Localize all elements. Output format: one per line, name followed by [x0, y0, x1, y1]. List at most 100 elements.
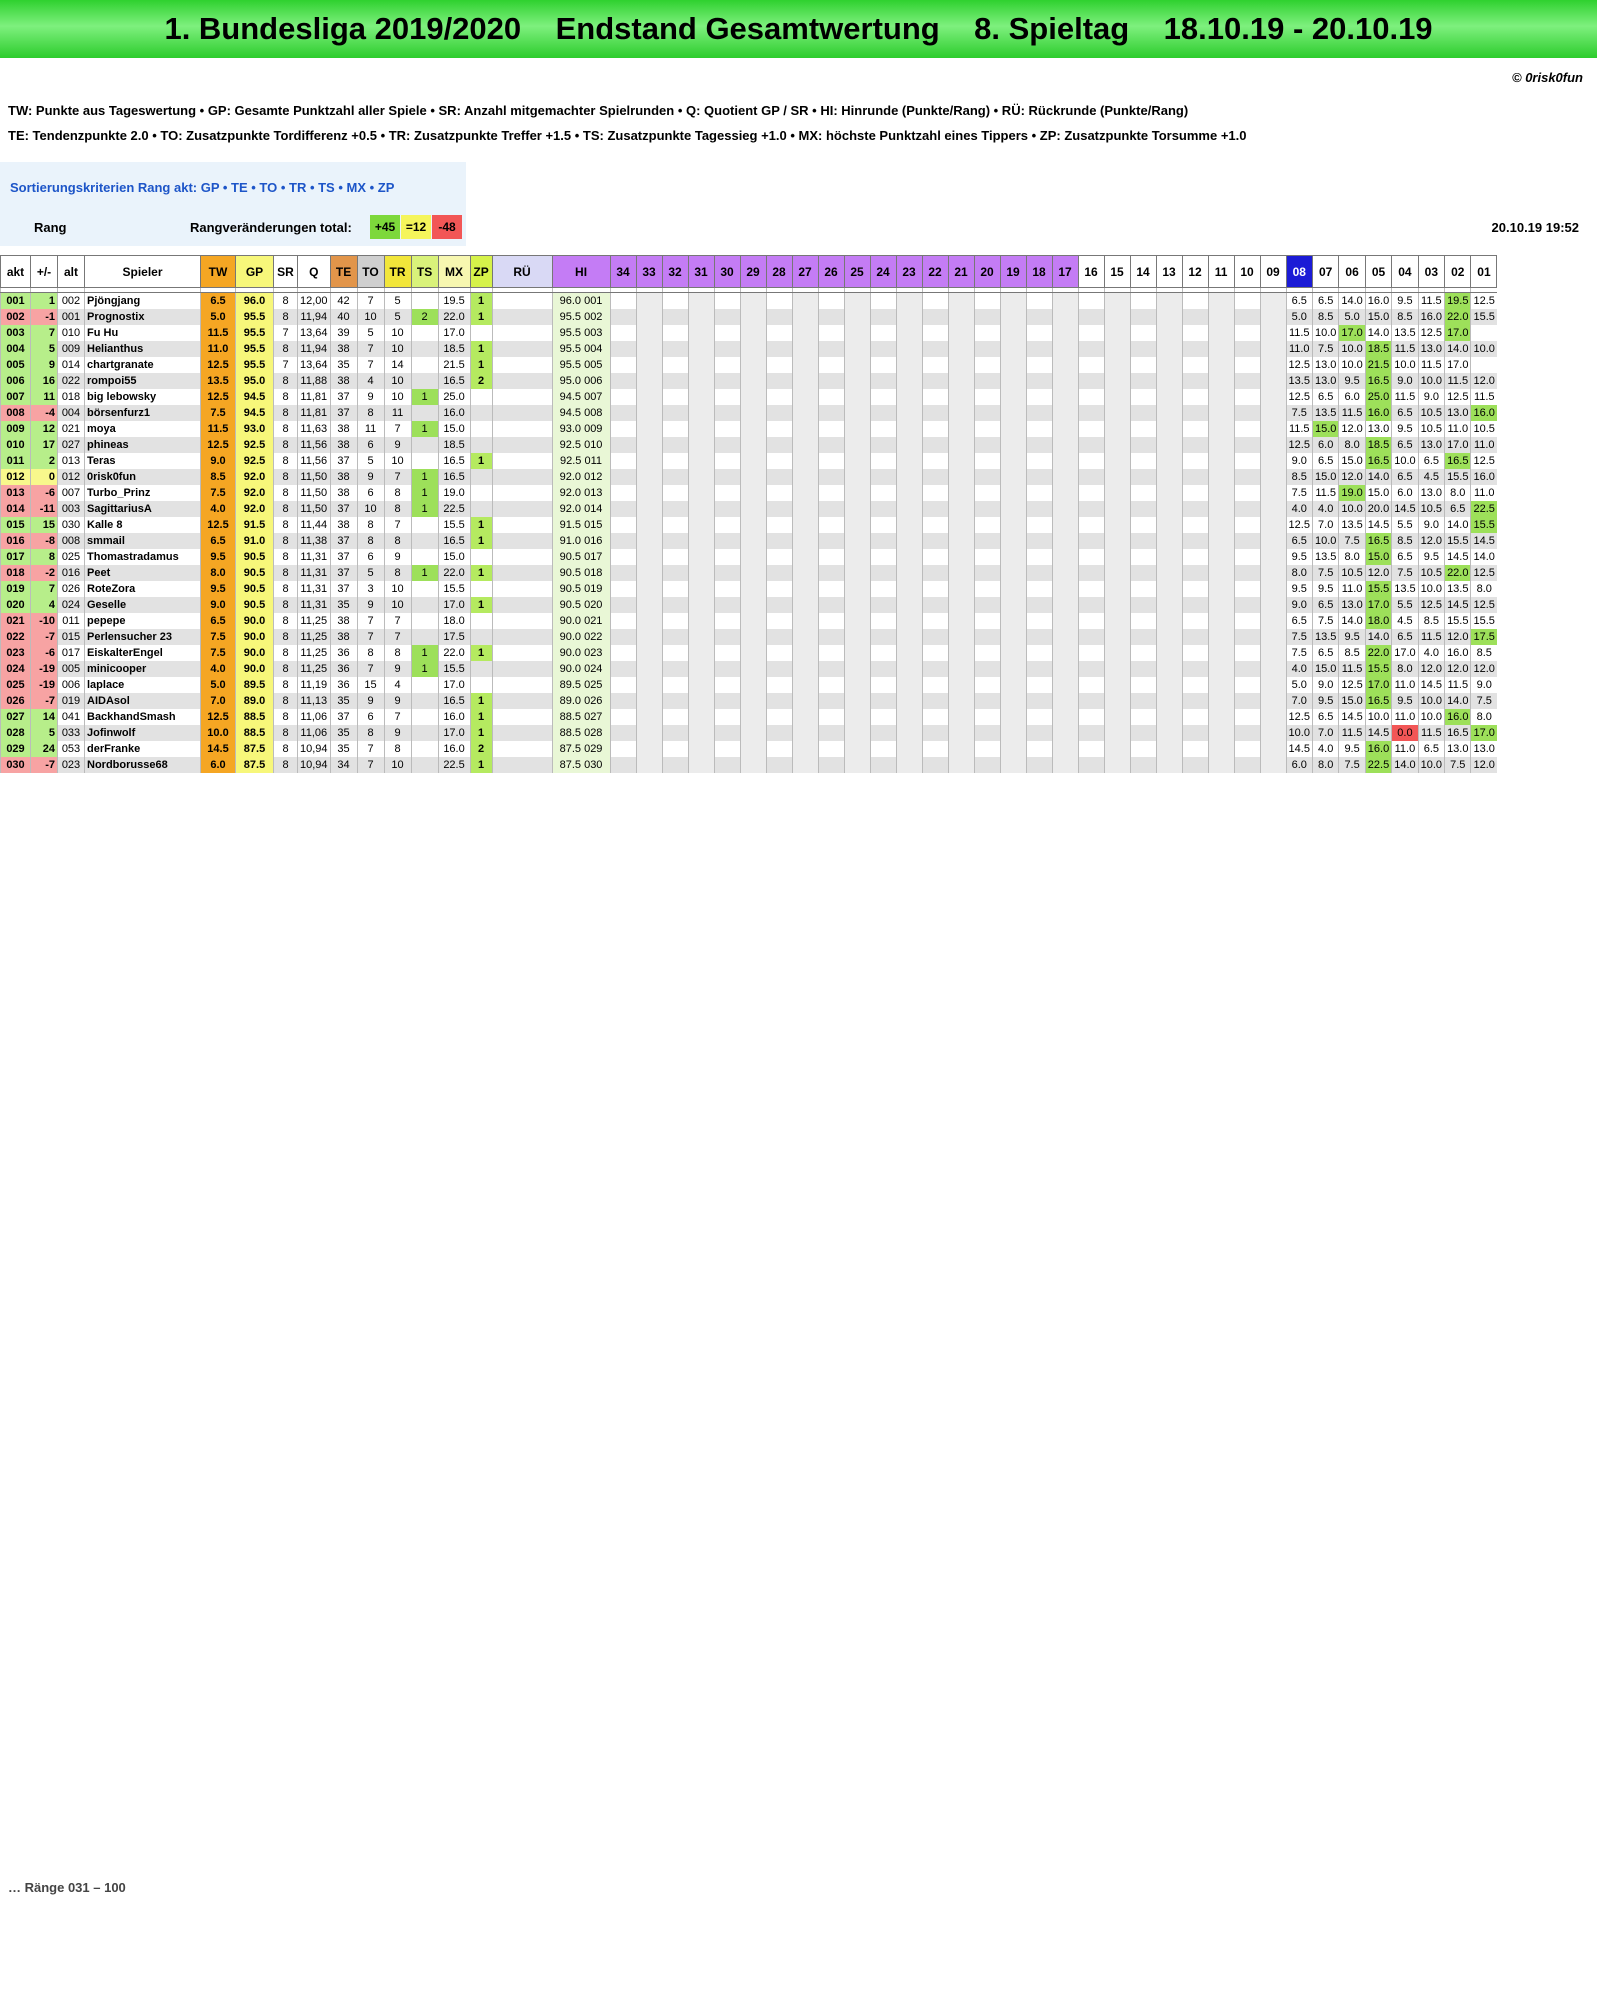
- day-score: 10.0: [1311, 533, 1339, 549]
- ru-points: [491, 677, 553, 693]
- day-cell-empty: [1233, 373, 1261, 389]
- day-cell-empty: [1129, 581, 1157, 597]
- table-row: 005 9 014 chartgranate 12.5 95.5 7 13,64 35 7 14 21…: [0, 357, 1497, 373]
- sr-count: 8: [273, 565, 298, 581]
- rank-current: 030: [0, 757, 31, 773]
- tr-points: 8: [383, 645, 412, 661]
- day-score: 6.5: [1311, 292, 1339, 309]
- player-name: smmail: [84, 533, 201, 549]
- day-cell-empty: [1025, 629, 1053, 645]
- day-cell-empty: [1233, 517, 1261, 533]
- day-cell-empty: [1051, 725, 1079, 741]
- col-header-tw: TW: [200, 255, 236, 288]
- day-cell-empty: [791, 661, 819, 677]
- day-score: 9.5: [1338, 741, 1366, 757]
- day-cell-empty: [843, 613, 871, 629]
- tw-points: 6.5: [200, 292, 236, 309]
- day-cell-empty: [921, 629, 949, 645]
- day-cell-empty: [1129, 309, 1157, 325]
- day-score: 16.5: [1364, 453, 1392, 469]
- day-cell-empty: [1025, 549, 1053, 565]
- col-header-23: 23: [895, 255, 923, 288]
- sr-count: 7: [273, 357, 298, 373]
- day-score: 11.0: [1444, 421, 1471, 437]
- ts-points: [410, 677, 439, 693]
- quotient: 11,44: [297, 517, 331, 533]
- day-cell-empty: [1233, 469, 1261, 485]
- day-score: 12.0: [1444, 629, 1471, 645]
- day-score: 10.0: [1311, 325, 1339, 341]
- day-score: 9.5: [1338, 629, 1366, 645]
- day-cell-empty: [895, 325, 923, 341]
- gp-points: 91.0: [235, 533, 274, 549]
- player-name: börsenfurz1: [84, 405, 201, 421]
- mx-points: 22.0: [437, 645, 471, 661]
- day-score: 16.0: [1364, 741, 1392, 757]
- to-points: 10: [356, 309, 385, 325]
- to-points: 5: [356, 565, 385, 581]
- day-cell-empty: [817, 309, 845, 325]
- ru-points: [491, 709, 553, 725]
- day-cell-empty: [1077, 757, 1105, 773]
- sr-count: 8: [273, 757, 298, 773]
- mx-points: 22.0: [437, 565, 471, 581]
- tr-points: 8: [383, 501, 412, 517]
- day-score: 10.0: [1417, 757, 1445, 773]
- day-cell-empty: [635, 757, 663, 773]
- quotient: 11,06: [297, 709, 331, 725]
- quotient: 11,31: [297, 549, 331, 565]
- mx-points: 16.5: [437, 469, 471, 485]
- quotient: 11,81: [297, 405, 331, 421]
- day-cell-empty: [791, 357, 819, 373]
- day-score: 16.5: [1444, 453, 1471, 469]
- day-score: 17.0: [1444, 325, 1471, 341]
- player-name: Nordborusse68: [84, 757, 201, 773]
- day-cell-empty: [765, 741, 793, 757]
- zp-points: 1: [469, 533, 493, 549]
- to-points: 8: [356, 517, 385, 533]
- day-cell-empty: [973, 725, 1001, 741]
- day-score: 14.5: [1391, 501, 1419, 517]
- day-cell-empty: [1051, 389, 1079, 405]
- hi-points: 96.0 001: [551, 292, 611, 309]
- day-score: 15.5: [1444, 469, 1471, 485]
- quotient: 11,94: [297, 341, 331, 357]
- day-cell-empty: [947, 357, 975, 373]
- mx-points: 16.5: [437, 373, 471, 389]
- ru-points: [491, 501, 553, 517]
- day-cell-empty: [1181, 357, 1209, 373]
- day-cell-empty: [1103, 725, 1131, 741]
- rank-change: -19: [30, 677, 58, 693]
- day-cell-empty: [1207, 341, 1235, 357]
- day-cell-empty: [1051, 581, 1079, 597]
- day-cell-empty: [739, 341, 767, 357]
- day-cell-empty: [739, 517, 767, 533]
- day-cell-empty: [999, 373, 1027, 389]
- day-score: 8.0: [1391, 661, 1419, 677]
- to-points: 6: [356, 549, 385, 565]
- hi-points: 88.5 027: [551, 709, 611, 725]
- day-cell-empty: [661, 325, 689, 341]
- day-cell-empty: [895, 677, 923, 693]
- tw-points: 11.5: [200, 421, 236, 437]
- day-cell-empty: [1129, 292, 1157, 309]
- day-cell-empty: [869, 677, 897, 693]
- day-score: 11.5: [1338, 405, 1366, 421]
- day-cell-empty: [609, 485, 637, 501]
- day-cell-empty: [1025, 421, 1053, 437]
- day-cell-empty: [1025, 677, 1053, 693]
- day-cell-empty: [635, 469, 663, 485]
- day-cell-empty: [765, 613, 793, 629]
- day-score: 8.0: [1338, 549, 1366, 565]
- day-score: 9.5: [1311, 581, 1339, 597]
- rank-previous: 012: [57, 469, 85, 485]
- day-cell-empty: [609, 629, 637, 645]
- mx-points: 19.0: [437, 485, 471, 501]
- day-score: 14.0: [1364, 629, 1392, 645]
- day-cell-empty: [973, 629, 1001, 645]
- day-cell-empty: [843, 597, 871, 613]
- zp-points: 1: [469, 757, 493, 773]
- quotient: 11,25: [297, 613, 331, 629]
- day-cell-empty: [1103, 405, 1131, 421]
- day-cell-empty: [895, 421, 923, 437]
